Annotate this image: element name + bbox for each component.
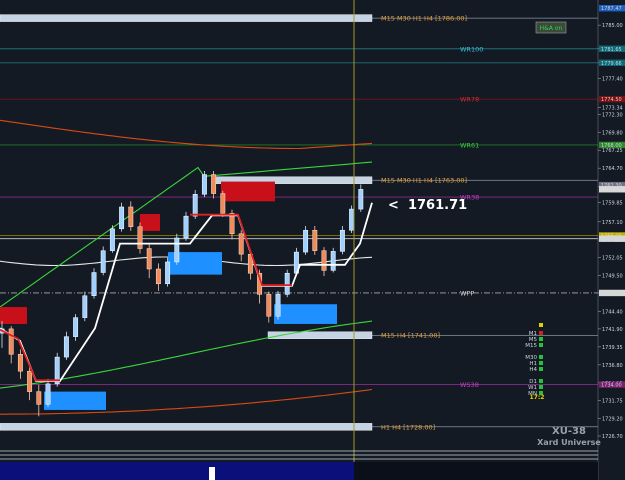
timer-counter: 17:2 (530, 394, 545, 401)
signal-box (44, 391, 106, 410)
price-tag-label: 1734.00 (601, 383, 622, 389)
candle-down (146, 248, 152, 270)
timeframe-label: M15 (525, 343, 537, 349)
price-tick-label: 1731.75 (602, 398, 623, 404)
candle-down (211, 174, 217, 194)
signal-box (274, 304, 337, 324)
price-tag-label: 1768.00 (601, 143, 622, 149)
candle-up (303, 229, 309, 253)
candle-down (8, 328, 14, 355)
candle-down (220, 193, 226, 214)
price-tag-label: 1779.66 (601, 61, 622, 67)
candle-up (91, 272, 97, 297)
price-tag-label: 1761.71 (601, 187, 622, 193)
candle-up (63, 336, 69, 358)
candle-up (284, 272, 290, 295)
price-tick-label: 1759.85 (602, 200, 623, 206)
signal-box (140, 214, 160, 231)
candle-down (36, 391, 42, 405)
level-label: WR78 (460, 96, 479, 104)
candle-up (201, 174, 207, 195)
price-tag-label: 1787.47 (601, 6, 622, 12)
volume-marker (209, 467, 215, 480)
candle-up (119, 206, 125, 230)
timeframe-status-dot (539, 361, 543, 365)
level-label: WPP (460, 289, 474, 297)
candle-up (349, 208, 355, 231)
level-label: WR100 (460, 45, 483, 53)
timeframe-status-dot (539, 355, 543, 359)
price-tick-label: 1785.00 (602, 23, 623, 29)
price-tick-label: 1741.90 (602, 327, 623, 333)
candle-up (339, 229, 345, 252)
timeframe-status-dot (539, 379, 543, 383)
price-tag-label: 1774.50 (601, 97, 622, 103)
candle-up (183, 215, 189, 239)
price-tick-label: 1729.20 (602, 416, 623, 422)
price-tag-label: 1781.65 (601, 47, 622, 53)
candle-up (82, 295, 88, 318)
price-tick-label: 1767.25 (602, 148, 623, 154)
candle-down (155, 268, 161, 285)
price-tick-label: 1764.70 (602, 166, 623, 172)
price-tick-label: 1744.40 (602, 309, 623, 315)
candle-up (165, 261, 171, 285)
price-tick-label: 1752.05 (602, 255, 623, 261)
pivot-level-bar (0, 14, 373, 22)
ha-badge-label: H&A on (540, 25, 563, 32)
candle-down (266, 294, 272, 317)
candle-up (192, 194, 198, 217)
signal-box (221, 181, 275, 202)
price-tick-label: 1773.34 (602, 105, 623, 111)
signal-box (0, 307, 27, 324)
candle-down (27, 370, 33, 392)
candle-down (312, 229, 318, 251)
level-label: M15 M30 H1 H4 [1786.00] (381, 15, 467, 23)
timeframe-status-dot (539, 385, 543, 389)
level-label: M15 M30 H1 H4 [1763.00] (381, 177, 467, 185)
candle-up (358, 189, 364, 210)
status-dot (539, 323, 543, 327)
timeframe-status-dot (539, 331, 543, 335)
timeframe-status-dot (539, 343, 543, 347)
level-label: WR61 (460, 141, 479, 149)
price-tick-label: 1749.50 (602, 273, 623, 279)
price-tick-label: 1769.80 (602, 130, 623, 136)
price-tick-label: 1777.40 (602, 77, 623, 83)
candle-down (238, 233, 244, 255)
candle-down (321, 250, 327, 271)
candle-down (229, 213, 235, 235)
price-tick-label: 1772.30 (602, 113, 623, 119)
candle-up (174, 237, 180, 263)
level-label: H1 H4 [1728.00] (381, 423, 435, 431)
price-tag-label: 1754.70 (601, 237, 622, 243)
candle-up (100, 250, 106, 273)
candle-up (73, 317, 79, 337)
volume-panel-left (0, 462, 354, 480)
candle-down (128, 206, 134, 227)
pivot-level-bar (0, 423, 373, 431)
candle-up (330, 251, 336, 271)
current-price-readout: < 1761.71 (388, 198, 467, 213)
price-tick-label: 1757.10 (602, 220, 623, 226)
candle-down (137, 226, 143, 249)
level-label: M15 H4 [1741.00] (381, 332, 440, 340)
price-tick-label: 1726.70 (602, 434, 623, 440)
timeframe-label: H4 (529, 367, 537, 373)
candle-up (45, 383, 51, 405)
timeframe-status-dot (539, 337, 543, 341)
candle-up (109, 228, 115, 251)
candle-down (17, 354, 23, 372)
price-chart[interactable]: M15 M30 H1 H4 [1786.00] WR100 WR78 WR61 M15 … (0, 0, 625, 480)
timeframe-status-dot (539, 367, 543, 371)
volume-panel-right (354, 462, 598, 480)
price-tick-label: 1736.80 (602, 363, 623, 369)
price-tick-label: 1739.35 (602, 345, 623, 351)
candle-up (275, 294, 281, 317)
level-label: WS38 (460, 381, 479, 389)
price-tag-label: 1747.01 (601, 291, 622, 297)
symbol-id: XU-38 (552, 426, 586, 437)
brand-name: Xard Universe (537, 438, 601, 447)
